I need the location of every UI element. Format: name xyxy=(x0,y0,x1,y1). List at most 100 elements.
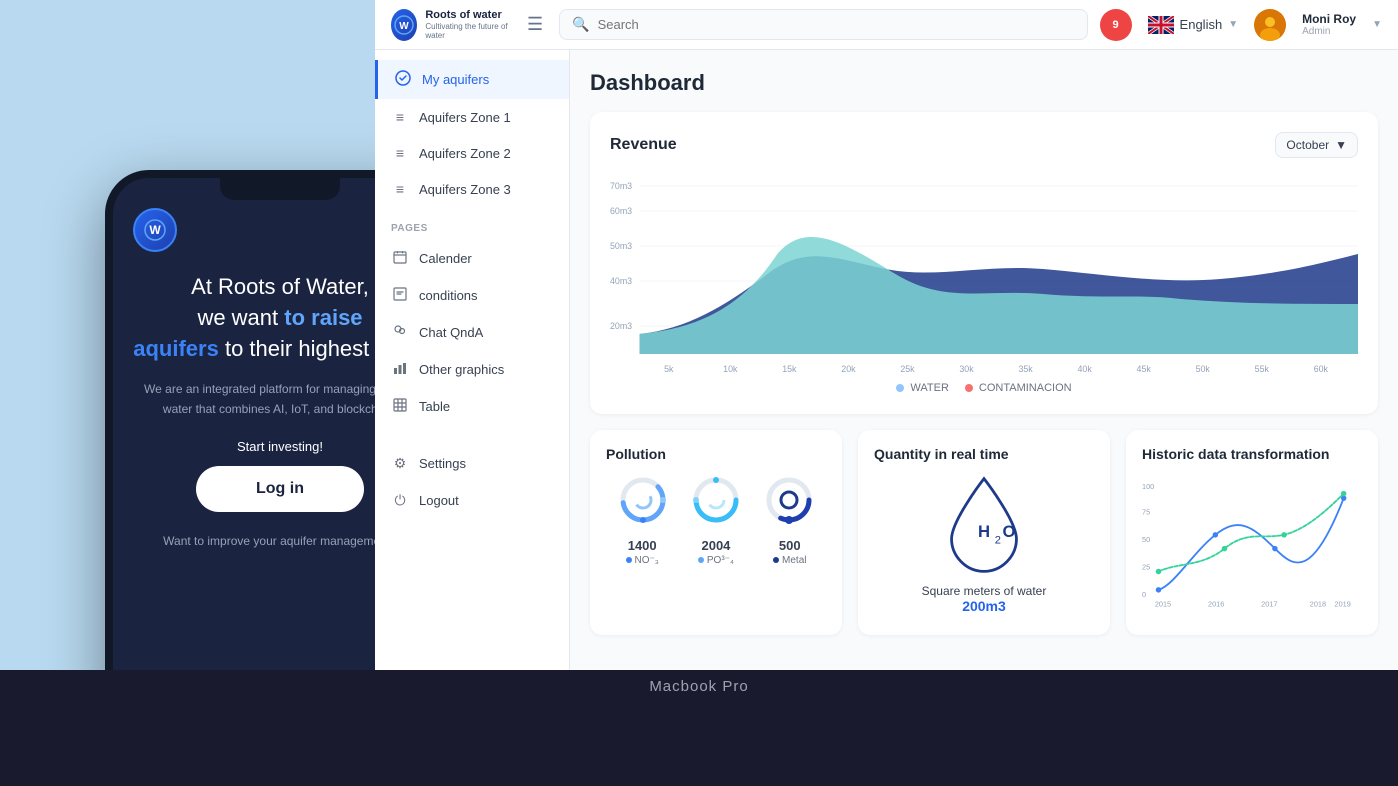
sidebar-label-zone1: Aquifers Zone 1 xyxy=(419,110,511,125)
legend-water: WATER xyxy=(896,382,949,394)
water-drop-svg: H 2 O xyxy=(939,474,1029,576)
legend-label-water: WATER xyxy=(910,382,949,394)
circle-po4 xyxy=(690,474,742,526)
svg-text:60k: 60k xyxy=(1314,364,1329,374)
phone-cta: Start investing! xyxy=(237,439,323,454)
stat-no3-dot xyxy=(626,557,632,563)
sidebar-item-graphics[interactable]: Other graphics xyxy=(375,351,569,388)
phone-notch xyxy=(220,178,340,200)
dashboard-title: Dashboard xyxy=(590,70,1378,96)
svg-text:10k: 10k xyxy=(723,364,738,374)
graphics-icon xyxy=(391,361,409,378)
sidebar-item-settings[interactable]: ⚙ Settings xyxy=(375,445,569,482)
stat-metal-label: Metal xyxy=(773,555,806,566)
historic-title: Historic data transformation xyxy=(1142,446,1362,462)
svg-text:2015: 2015 xyxy=(1155,599,1171,608)
search-input[interactable] xyxy=(598,17,1075,32)
svg-text:0: 0 xyxy=(1142,590,1146,599)
svg-text:25: 25 xyxy=(1142,563,1150,572)
pollution-title: Pollution xyxy=(606,446,826,462)
sidebar-item-table[interactable]: Table xyxy=(375,388,569,425)
notification-button[interactable]: 9 xyxy=(1100,9,1132,41)
svg-text:50: 50 xyxy=(1142,535,1150,544)
circle-no3 xyxy=(617,474,669,526)
search-icon: 🔍 xyxy=(572,16,589,33)
quantity-title: Quantity in real time xyxy=(874,446,1094,462)
table-icon xyxy=(391,398,409,415)
my-aquifers-icon xyxy=(394,70,412,89)
legend-dot-contamination xyxy=(965,384,973,392)
sidebar-item-zone3[interactable]: ≡ Aquifers Zone 3 xyxy=(375,171,569,207)
revenue-card: Revenue October ▼ 70m3 60m3 50m3 40m3 20… xyxy=(590,112,1378,414)
svg-text:O: O xyxy=(1003,522,1016,541)
svg-text:2018: 2018 xyxy=(1310,599,1326,608)
month-selector[interactable]: October ▼ xyxy=(1275,132,1358,158)
water-quantity-content: H 2 O Square meters of water 200m3 xyxy=(874,474,1094,614)
language-chevron: ▼ xyxy=(1228,19,1238,30)
sidebar-label-settings: Settings xyxy=(419,456,466,471)
phone-logo: W xyxy=(133,208,177,252)
sidebar-label-calender: Calender xyxy=(419,251,472,266)
sidebar-item-logout[interactable]: ⏻ Logout xyxy=(375,482,569,519)
phone-login-button[interactable]: Log in xyxy=(196,466,364,512)
legend-label-contamination: CONTAMINACION xyxy=(979,382,1072,394)
historic-card: Historic data transformation 100 75 50 2… xyxy=(1126,430,1378,635)
sidebar-item-conditions[interactable]: conditions xyxy=(375,277,569,314)
nav-app-name: Roots of water xyxy=(425,9,511,22)
stat-metal-value: 500 xyxy=(779,538,801,553)
notification-count: 9 xyxy=(1112,19,1118,31)
svg-text:2016: 2016 xyxy=(1208,599,1224,608)
sidebar-item-my-aquifers[interactable]: My aquifers xyxy=(375,60,569,99)
sidebar-label-zone3: Aquifers Zone 3 xyxy=(419,182,511,197)
historic-chart-svg: 100 75 50 25 0 2015 xyxy=(1142,474,1362,614)
month-label: October xyxy=(1286,138,1329,152)
language-text: English xyxy=(1180,17,1223,32)
user-chevron[interactable]: ▼ xyxy=(1372,19,1382,30)
svg-text:75: 75 xyxy=(1142,508,1150,517)
sidebar: My aquifers ≡ Aquifers Zone 1 ≡ Aquifers… xyxy=(375,50,570,670)
language-selector[interactable]: English ▼ xyxy=(1148,16,1239,34)
stat-no3-label: NO⁻₃ xyxy=(626,555,659,566)
stat-metal-dot xyxy=(773,557,779,563)
chat-icon xyxy=(391,324,409,341)
revenue-title: Revenue xyxy=(610,136,677,154)
svg-text:2019: 2019 xyxy=(1335,599,1351,608)
user-info: Moni Roy Admin xyxy=(1302,12,1356,37)
sidebar-item-zone1[interactable]: ≡ Aquifers Zone 1 xyxy=(375,99,569,135)
svg-text:40m3: 40m3 xyxy=(610,276,632,286)
sidebar-label-table: Table xyxy=(419,399,450,414)
sq-meters-value: 200m3 xyxy=(962,598,1006,614)
pollution-circles xyxy=(606,474,826,526)
svg-text:2: 2 xyxy=(995,535,1001,547)
svg-text:50k: 50k xyxy=(1196,364,1211,374)
nav-app-tagline: Cultivating the future of water xyxy=(425,22,511,40)
zone3-icon: ≡ xyxy=(391,181,409,197)
hamburger-button[interactable]: ☰ xyxy=(523,10,547,39)
search-area[interactable]: 🔍 xyxy=(559,9,1087,40)
nav-right: 9 English ▼ Moni Roy Admin xyxy=(1100,9,1382,41)
sidebar-item-calender[interactable]: Calender xyxy=(375,240,569,277)
calender-icon xyxy=(391,250,409,267)
svg-text:70m3: 70m3 xyxy=(610,181,632,191)
legend-dot-water xyxy=(896,384,904,392)
svg-text:55k: 55k xyxy=(1255,364,1270,374)
svg-text:5k: 5k xyxy=(664,364,674,374)
nav-logo-icon: W xyxy=(391,9,417,41)
circle-metal xyxy=(763,474,815,526)
user-role: Admin xyxy=(1302,26,1356,37)
svg-text:40k: 40k xyxy=(1078,364,1093,374)
svg-text:20k: 20k xyxy=(841,364,856,374)
revenue-chart: 70m3 60m3 50m3 40m3 20m3 5k 10k 15k xyxy=(610,174,1358,374)
bottom-cards: Pollution xyxy=(590,430,1378,635)
svg-text:W: W xyxy=(399,21,409,32)
stat-no3-value: 1400 xyxy=(628,538,657,553)
sidebar-item-chat[interactable]: Chat QndA xyxy=(375,314,569,351)
laptop-bar: Macbook Pro xyxy=(0,670,1398,786)
svg-text:H: H xyxy=(978,522,990,541)
sidebar-label-zone2: Aquifers Zone 2 xyxy=(419,146,511,161)
main-content: Dashboard Revenue October ▼ 70m3 60m3 50… xyxy=(570,50,1398,670)
svg-text:60m3: 60m3 xyxy=(610,206,632,216)
sidebar-pages-label: PAGES xyxy=(375,207,569,240)
sidebar-item-zone2[interactable]: ≡ Aquifers Zone 2 xyxy=(375,135,569,171)
month-chevron: ▼ xyxy=(1335,138,1347,152)
